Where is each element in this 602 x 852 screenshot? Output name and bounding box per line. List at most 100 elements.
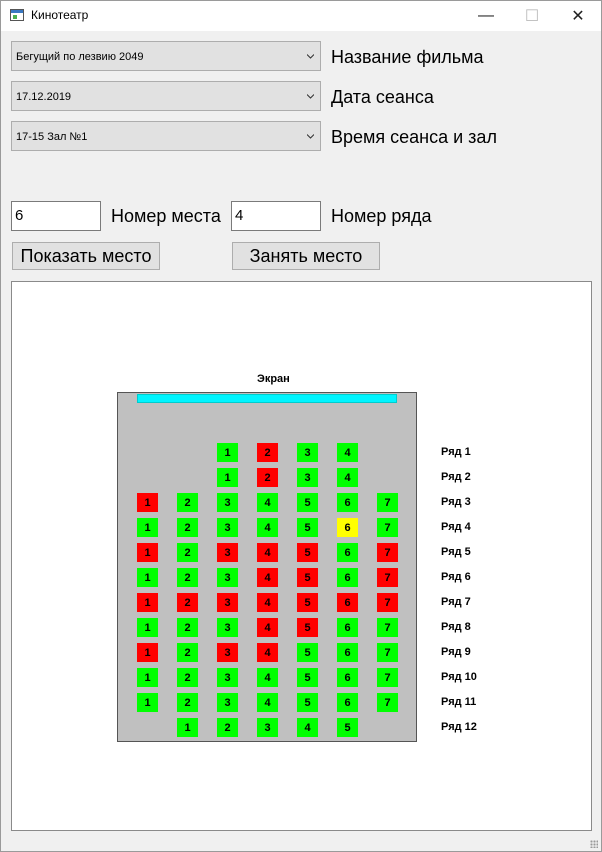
seat-r4-s4[interactable]: 4 bbox=[257, 518, 278, 537]
seat-r1-s3[interactable]: 3 bbox=[297, 443, 318, 462]
seat-r3-s2[interactable]: 2 bbox=[177, 493, 198, 512]
row-label: Ряд 2 bbox=[441, 471, 471, 483]
seat-r6-s3[interactable]: 3 bbox=[217, 568, 238, 587]
seat-r1-s2[interactable]: 2 bbox=[257, 443, 278, 462]
seat-r9-s6[interactable]: 6 bbox=[337, 643, 358, 662]
seat-r3-s1[interactable]: 1 bbox=[137, 493, 158, 512]
seat-r11-s7[interactable]: 7 bbox=[377, 693, 398, 712]
row-number-input[interactable]: 4 bbox=[231, 201, 321, 231]
seat-r8-s3[interactable]: 3 bbox=[217, 618, 238, 637]
seat-r9-s1[interactable]: 1 bbox=[137, 643, 158, 662]
seat-r8-s1[interactable]: 1 bbox=[137, 618, 158, 637]
date-label: Дата сеанса bbox=[331, 87, 434, 107]
seat-r4-s2[interactable]: 2 bbox=[177, 518, 198, 537]
seat-r8-s6[interactable]: 6 bbox=[337, 618, 358, 637]
seat-r6-s5[interactable]: 5 bbox=[297, 568, 318, 587]
seat-r12-s4[interactable]: 4 bbox=[297, 718, 318, 737]
seat-r2-s3[interactable]: 3 bbox=[297, 468, 318, 487]
seat-r5-s3[interactable]: 3 bbox=[217, 543, 238, 562]
seat-r9-s3[interactable]: 3 bbox=[217, 643, 238, 662]
film-select[interactable]: Бегущий по лезвию 2049 bbox=[11, 41, 321, 71]
film-label: Название фильма bbox=[331, 47, 484, 67]
seat-r4-s7[interactable]: 7 bbox=[377, 518, 398, 537]
seat-r3-s5[interactable]: 5 bbox=[297, 493, 318, 512]
seat-r12-s2[interactable]: 2 bbox=[217, 718, 238, 737]
seat-r9-s5[interactable]: 5 bbox=[297, 643, 318, 662]
resize-grip-icon[interactable] bbox=[590, 840, 598, 848]
maximize-button[interactable]: ☐ bbox=[509, 1, 555, 31]
seat-r11-s5[interactable]: 5 bbox=[297, 693, 318, 712]
seat-r2-s2[interactable]: 2 bbox=[257, 468, 278, 487]
chevron-down-icon bbox=[307, 134, 314, 139]
seat-number-label: Номер места bbox=[111, 206, 221, 226]
seat-r9-s4[interactable]: 4 bbox=[257, 643, 278, 662]
close-button[interactable]: ✕ bbox=[555, 1, 601, 31]
seat-r5-s6[interactable]: 6 bbox=[337, 543, 358, 562]
seat-r11-s2[interactable]: 2 bbox=[177, 693, 198, 712]
seat-r8-s2[interactable]: 2 bbox=[177, 618, 198, 637]
take-seat-button[interactable]: Занять место bbox=[232, 242, 380, 270]
date-select[interactable]: 17.12.2019 bbox=[11, 81, 321, 111]
window-title: Кинотеатр bbox=[31, 8, 89, 22]
seat-r4-s6[interactable]: 6 bbox=[337, 518, 358, 537]
seat-r2-s1[interactable]: 1 bbox=[217, 468, 238, 487]
seat-r8-s7[interactable]: 7 bbox=[377, 618, 398, 637]
seat-r4-s3[interactable]: 3 bbox=[217, 518, 238, 537]
seat-r7-s7[interactable]: 7 bbox=[377, 593, 398, 612]
seat-r11-s4[interactable]: 4 bbox=[257, 693, 278, 712]
seat-r10-s5[interactable]: 5 bbox=[297, 668, 318, 687]
seat-r6-s4[interactable]: 4 bbox=[257, 568, 278, 587]
seat-r10-s6[interactable]: 6 bbox=[337, 668, 358, 687]
seat-r1-s4[interactable]: 4 bbox=[337, 443, 358, 462]
seat-r6-s7[interactable]: 7 bbox=[377, 568, 398, 587]
seat-r10-s1[interactable]: 1 bbox=[137, 668, 158, 687]
seat-number-input[interactable]: 6 bbox=[11, 201, 101, 231]
row-label: Ряд 1 bbox=[441, 446, 471, 458]
seat-r12-s3[interactable]: 3 bbox=[257, 718, 278, 737]
seat-r10-s2[interactable]: 2 bbox=[177, 668, 198, 687]
seat-r7-s6[interactable]: 6 bbox=[337, 593, 358, 612]
time-select[interactable]: 17-15 Зал №1 bbox=[11, 121, 321, 151]
seat-r6-s6[interactable]: 6 bbox=[337, 568, 358, 587]
seat-r11-s6[interactable]: 6 bbox=[337, 693, 358, 712]
seat-r5-s1[interactable]: 1 bbox=[137, 543, 158, 562]
row-label: Ряд 9 bbox=[441, 646, 471, 658]
seat-r5-s5[interactable]: 5 bbox=[297, 543, 318, 562]
seat-r5-s4[interactable]: 4 bbox=[257, 543, 278, 562]
row-label: Ряд 12 bbox=[441, 721, 477, 733]
seat-r6-s1[interactable]: 1 bbox=[137, 568, 158, 587]
seat-r3-s6[interactable]: 6 bbox=[337, 493, 358, 512]
seat-r7-s3[interactable]: 3 bbox=[217, 593, 238, 612]
seat-r4-s1[interactable]: 1 bbox=[137, 518, 158, 537]
seat-r8-s4[interactable]: 4 bbox=[257, 618, 278, 637]
seat-r3-s3[interactable]: 3 bbox=[217, 493, 238, 512]
seat-r1-s1[interactable]: 1 bbox=[217, 443, 238, 462]
seat-r5-s2[interactable]: 2 bbox=[177, 543, 198, 562]
title-bar: Кинотеатр — ☐ ✕ bbox=[1, 1, 601, 31]
seat-r7-s5[interactable]: 5 bbox=[297, 593, 318, 612]
seat-r9-s7[interactable]: 7 bbox=[377, 643, 398, 662]
seat-r3-s4[interactable]: 4 bbox=[257, 493, 278, 512]
minimize-button[interactable]: — bbox=[463, 1, 509, 31]
seat-r7-s2[interactable]: 2 bbox=[177, 593, 198, 612]
seat-r3-s7[interactable]: 7 bbox=[377, 493, 398, 512]
cinema-screen bbox=[137, 394, 397, 403]
seat-r12-s5[interactable]: 5 bbox=[337, 718, 358, 737]
seat-r10-s7[interactable]: 7 bbox=[377, 668, 398, 687]
row-label: Ряд 10 bbox=[441, 671, 477, 683]
seat-r11-s1[interactable]: 1 bbox=[137, 693, 158, 712]
seat-r11-s3[interactable]: 3 bbox=[217, 693, 238, 712]
seat-r10-s4[interactable]: 4 bbox=[257, 668, 278, 687]
seat-r12-s1[interactable]: 1 bbox=[177, 718, 198, 737]
seat-r9-s2[interactable]: 2 bbox=[177, 643, 198, 662]
seat-r7-s4[interactable]: 4 bbox=[257, 593, 278, 612]
seat-r2-s4[interactable]: 4 bbox=[337, 468, 358, 487]
seat-r7-s1[interactable]: 1 bbox=[137, 593, 158, 612]
seat-r4-s5[interactable]: 5 bbox=[297, 518, 318, 537]
chevron-down-icon bbox=[307, 94, 314, 99]
seat-r10-s3[interactable]: 3 bbox=[217, 668, 238, 687]
seat-r5-s7[interactable]: 7 bbox=[377, 543, 398, 562]
seat-r6-s2[interactable]: 2 bbox=[177, 568, 198, 587]
show-seat-button[interactable]: Показать место bbox=[12, 242, 160, 270]
seat-r8-s5[interactable]: 5 bbox=[297, 618, 318, 637]
